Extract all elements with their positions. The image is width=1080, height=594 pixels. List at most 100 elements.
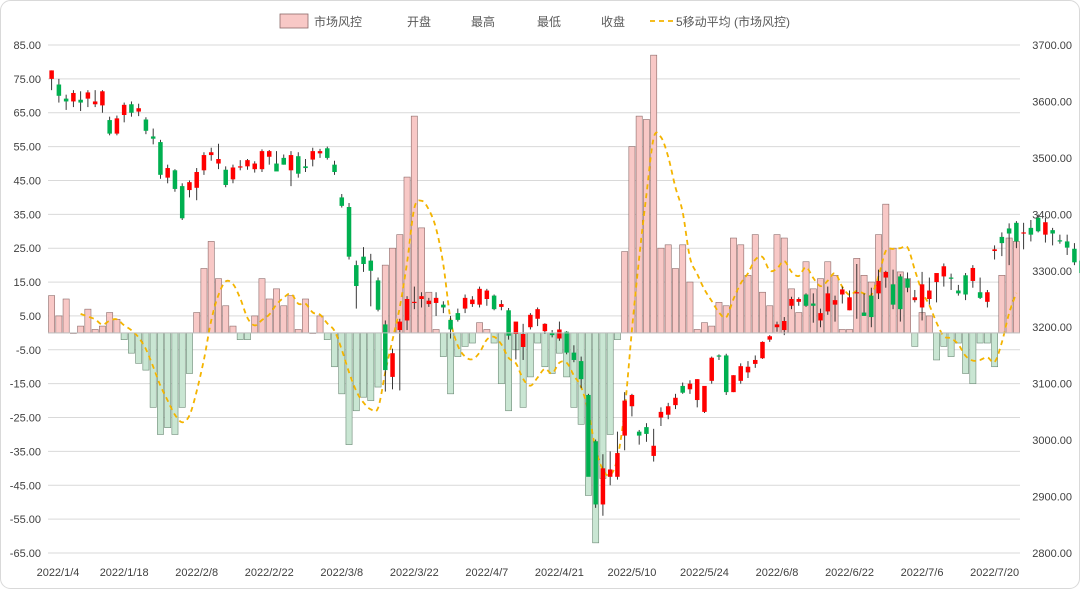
candle-body (658, 411, 664, 418)
candle-body (354, 265, 359, 287)
risk-bar (142, 332, 150, 371)
risk-bar (773, 234, 781, 334)
y-right-tick-label: 3700.00 (1032, 40, 1072, 52)
risk-bar (925, 315, 933, 334)
candle-body (564, 331, 569, 353)
risk-bar (178, 332, 186, 408)
risk-bar (962, 332, 969, 374)
y-left-tick-label: 85.00 (13, 40, 41, 52)
candle-body (956, 290, 961, 294)
risk-bar (969, 332, 977, 384)
candle-body (542, 323, 548, 332)
risk-bar (396, 234, 404, 334)
y-right-tick-label: 3200.00 (1032, 322, 1072, 334)
risk-bar (679, 244, 687, 334)
risk-bar (48, 295, 56, 334)
candle-body (890, 284, 896, 305)
risk-bar (534, 332, 542, 344)
candle-body (1014, 222, 1019, 242)
risk-bar (606, 332, 614, 435)
candle-body (760, 341, 765, 359)
risk-bar (643, 119, 650, 334)
candle-body (869, 295, 874, 318)
risk-bar (439, 332, 447, 357)
candle-body (426, 300, 432, 305)
risk-bar (983, 332, 991, 344)
x-tick-label: 2022/1/18 (100, 567, 149, 579)
candle-body (158, 142, 163, 175)
candle-body (615, 453, 620, 477)
risk-bar (135, 332, 143, 364)
candle-body (506, 310, 511, 336)
x-tick-label: 2022/7/6 (901, 567, 944, 579)
candle-body (85, 92, 91, 99)
candle-body (738, 366, 743, 381)
risk-bar (352, 332, 360, 412)
risk-bar (621, 251, 629, 334)
candle-body (811, 303, 816, 306)
y-right-tick-label: 2900.00 (1032, 492, 1072, 504)
candle-body (535, 309, 540, 319)
candle-body (288, 155, 294, 171)
risk-bar (650, 54, 658, 334)
candle-body (412, 301, 417, 304)
risk-bar (120, 332, 128, 340)
risk-bar (55, 315, 63, 334)
risk-bar (367, 332, 375, 401)
candle-body (593, 441, 598, 505)
candle-body (484, 290, 490, 299)
risk-bar (447, 332, 454, 395)
y-left-tick-label: 25.00 (13, 243, 41, 255)
risk-bar (846, 329, 853, 334)
y-left-tick-label: -5.00 (16, 345, 41, 357)
y-right-tick-label: 3400.00 (1032, 209, 1072, 221)
candle-body (63, 98, 69, 102)
risk-bar (171, 332, 179, 435)
candle-body (71, 92, 76, 102)
candle-body (607, 469, 613, 477)
candle-body (310, 151, 316, 160)
candle-body (970, 267, 976, 281)
risk-bar (99, 325, 106, 334)
candle-body (281, 157, 286, 165)
risk-bar (497, 332, 505, 384)
candle-body (992, 249, 997, 252)
candle-body (201, 155, 207, 171)
risk-bar (287, 295, 295, 334)
x-tick-label: 2022/6/22 (825, 567, 874, 579)
risk-bar (323, 332, 331, 340)
risk-bar (113, 319, 121, 334)
y-left-tick-label: 55.00 (13, 142, 41, 154)
x-tick-label: 2022/7/20 (970, 567, 1019, 579)
y-left-tick-label: 45.00 (13, 175, 41, 187)
candle-body (709, 357, 714, 381)
candle-body (92, 101, 98, 105)
candle-body (1064, 241, 1070, 248)
legend-swatch-risk (279, 13, 309, 29)
x-tick-label: 2022/3/22 (390, 567, 439, 579)
candle-body (651, 445, 656, 456)
risk-bar (91, 329, 99, 334)
risk-bar (664, 244, 672, 334)
candle-body (934, 273, 939, 283)
risk-bar (62, 298, 70, 334)
candle-body (912, 297, 918, 301)
candle-body (303, 166, 308, 169)
candle-body (622, 400, 627, 436)
candle-body (586, 394, 591, 477)
risk-bar (236, 332, 244, 340)
candle-body (782, 321, 787, 331)
candle-body (317, 151, 323, 154)
candle-body (419, 296, 424, 299)
risk-bar (164, 332, 172, 428)
candle-body (230, 167, 236, 180)
candle-body (397, 321, 403, 331)
x-tick-label: 2022/1/4 (37, 567, 80, 579)
candle-body (216, 159, 221, 164)
risk-bar (360, 332, 367, 398)
y-left-tick-label: -45.00 (10, 480, 41, 492)
candle-body (941, 266, 947, 277)
y-right-tick-label: 3600.00 (1032, 96, 1072, 108)
candle-body (557, 329, 562, 339)
risk-bar (389, 247, 396, 334)
